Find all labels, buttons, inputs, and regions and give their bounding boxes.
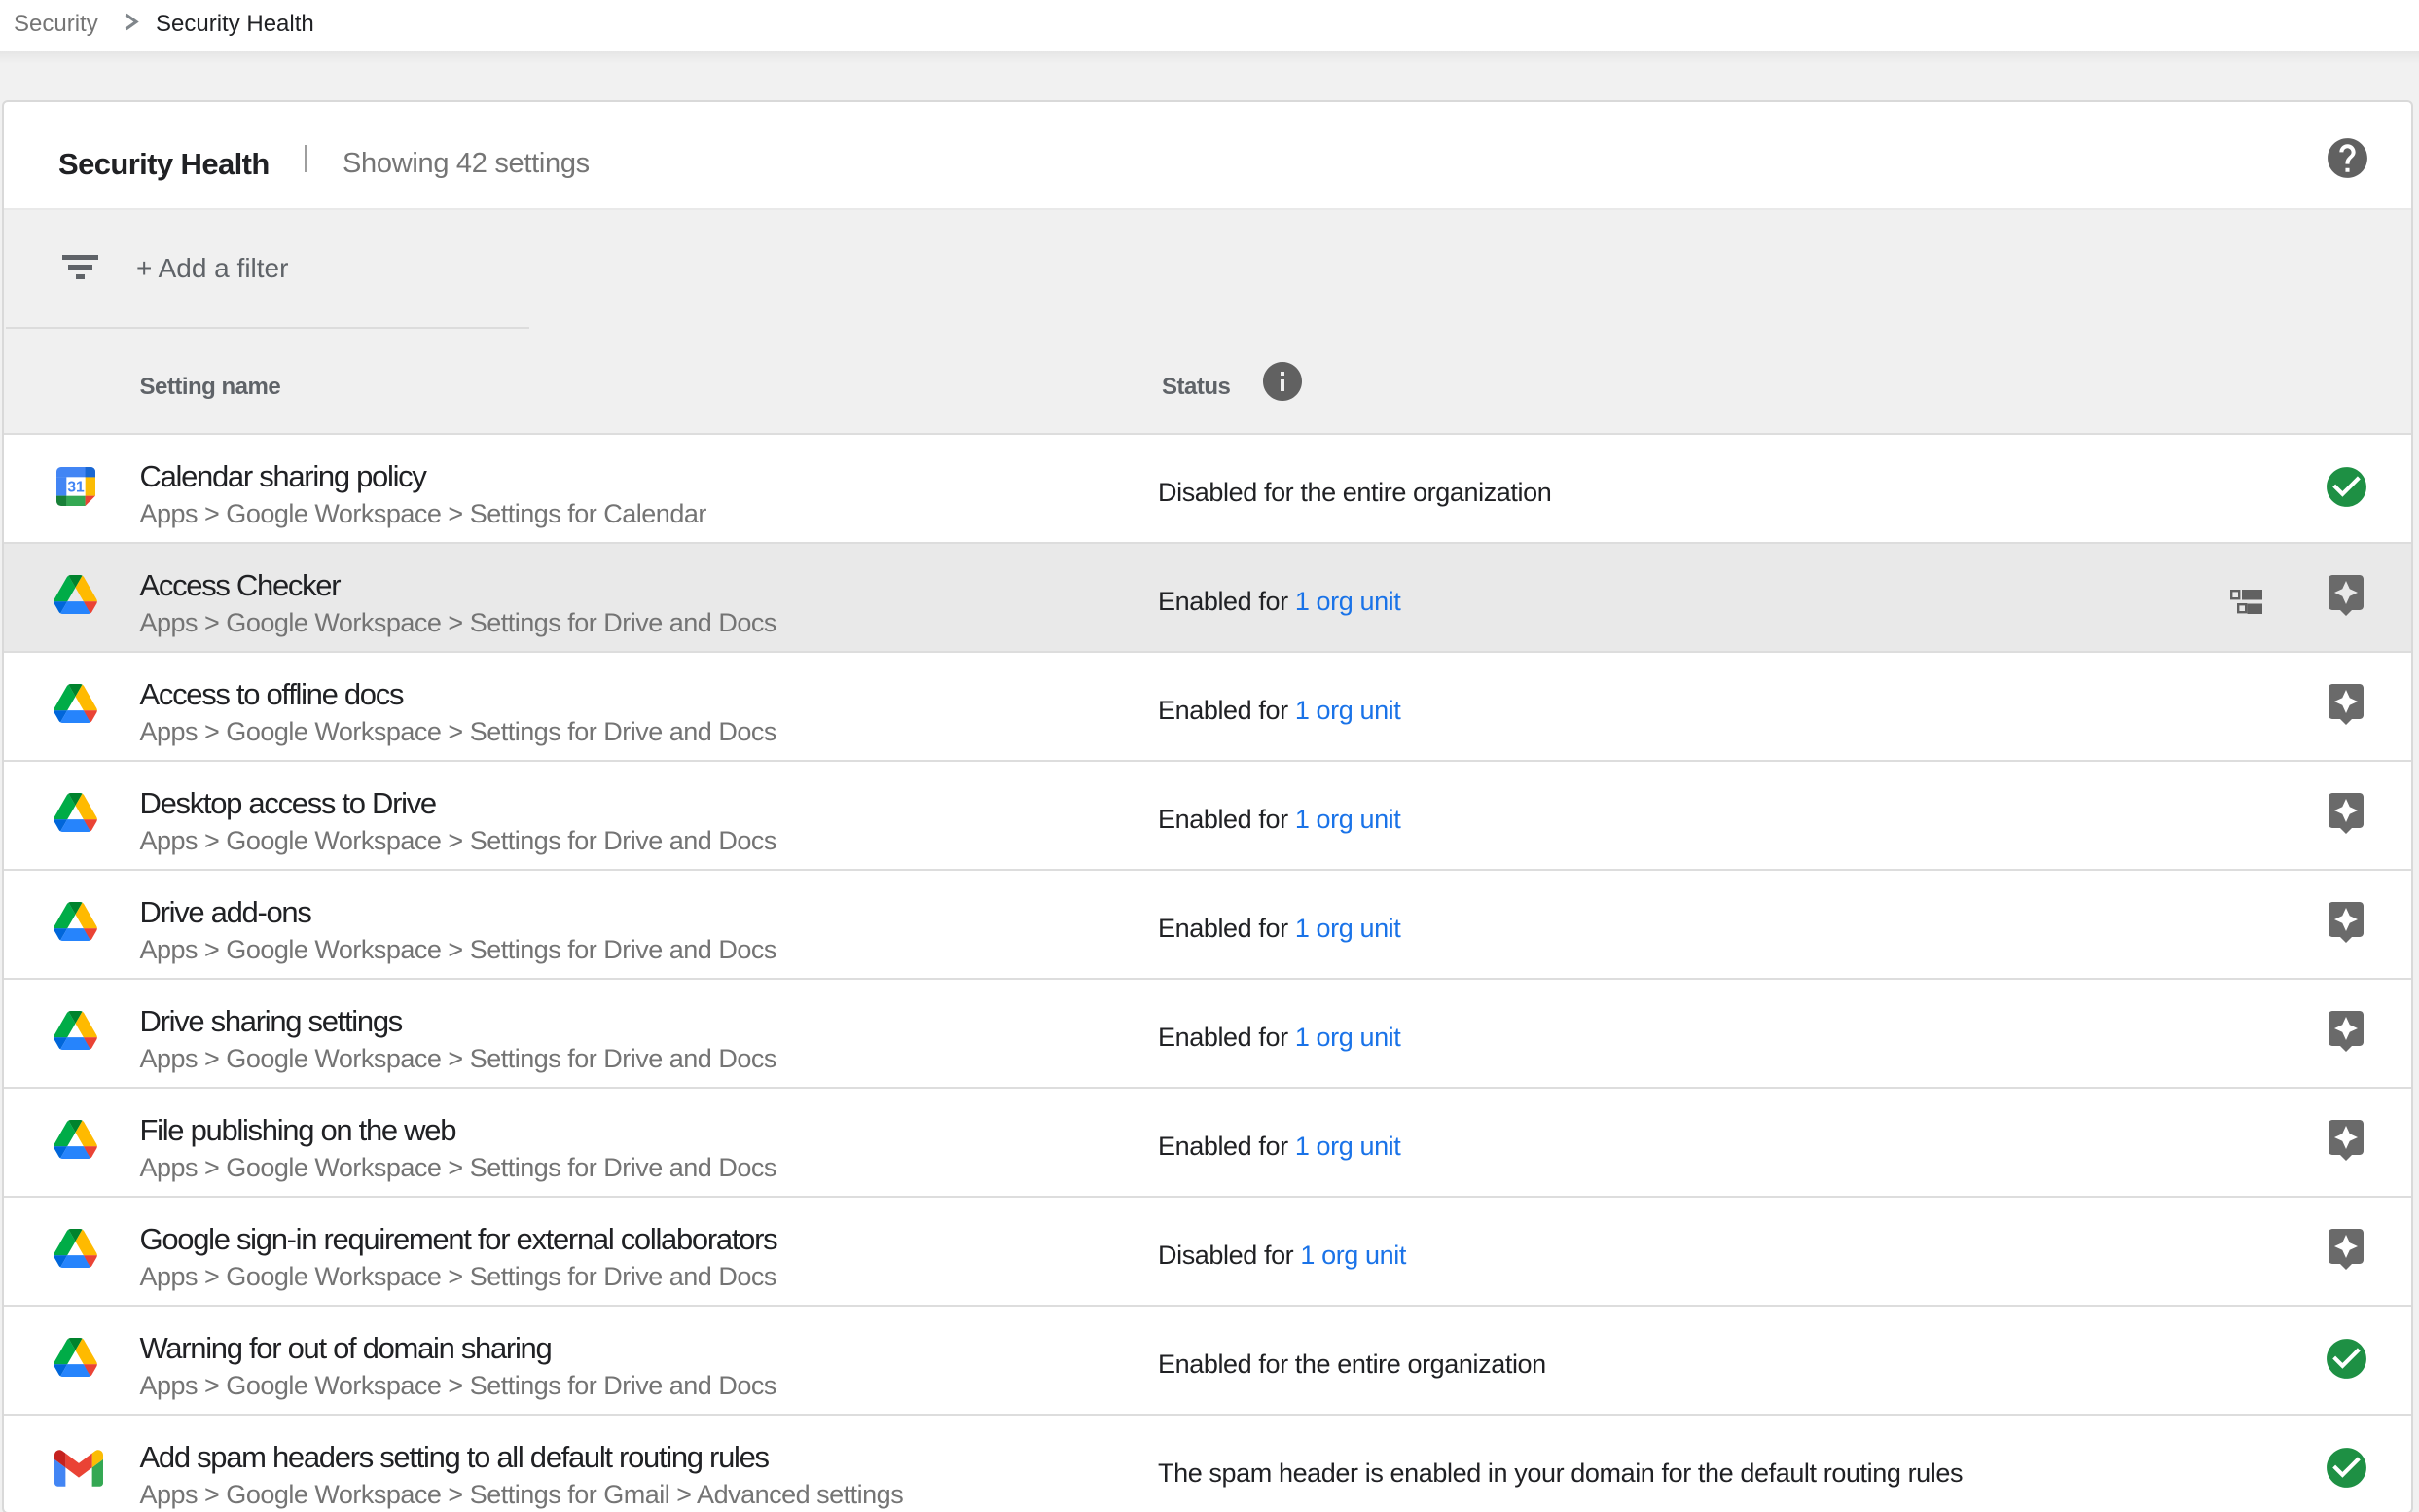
svg-text:31: 31 — [67, 479, 85, 495]
